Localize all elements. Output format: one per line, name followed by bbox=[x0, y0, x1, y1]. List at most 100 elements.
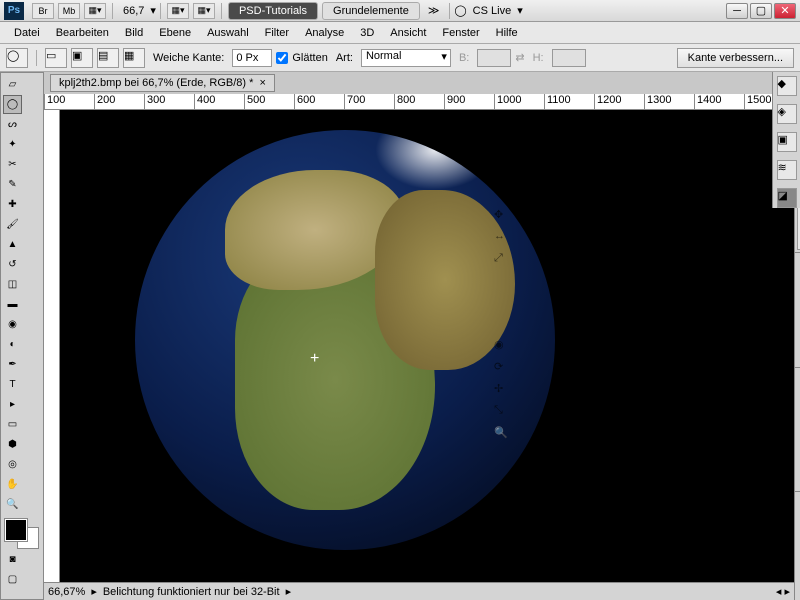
document-tab[interactable]: kplj2th2.bmp bei 66,7% (Erde, RGB/8) * × bbox=[50, 74, 275, 92]
status-belichtung: Belichtung funktioniert nur bei 32-Bit bbox=[103, 586, 280, 598]
refine-edge-button[interactable]: Kante verbessern... bbox=[677, 48, 794, 68]
style-select[interactable]: Normal bbox=[361, 49, 451, 67]
menu-ansicht[interactable]: Ansicht bbox=[382, 22, 434, 44]
cslive-icon: ◯ bbox=[454, 4, 466, 17]
cursor-crosshair-icon: + bbox=[310, 350, 319, 368]
stamp-tool[interactable]: ▲ bbox=[3, 235, 22, 254]
workspace-tab-grundelemente[interactable]: Grundelemente bbox=[322, 2, 420, 20]
move-tool[interactable]: ▱ bbox=[3, 75, 22, 94]
maximize-button[interactable]: ▢ bbox=[750, 3, 772, 19]
screen-mode-button[interactable]: ▦▾ bbox=[84, 3, 106, 19]
adjustments-panel-icon[interactable]: ▣ bbox=[777, 132, 797, 152]
shape-tool[interactable]: ▭ bbox=[3, 415, 22, 434]
menu-3d[interactable]: 3D bbox=[352, 22, 382, 44]
3d-walk-icon[interactable]: ⤡ bbox=[494, 404, 512, 422]
minibridge-button[interactable]: Mb bbox=[58, 3, 80, 19]
feather-input[interactable] bbox=[232, 49, 272, 67]
ruler-vertical[interactable] bbox=[44, 110, 60, 582]
lasso-tool[interactable]: ᔕ bbox=[3, 115, 22, 134]
zoom-tool[interactable]: 🔍 bbox=[3, 495, 22, 514]
3d-roll-view-icon[interactable]: ⟳ bbox=[494, 360, 512, 378]
layers-panel-icon[interactable]: ≋ bbox=[777, 160, 797, 180]
antialias-label: Glätten bbox=[292, 52, 327, 64]
chevron-expand-icon[interactable]: ≫ bbox=[422, 4, 446, 17]
status-zoom[interactable]: 66,67% bbox=[48, 586, 85, 598]
document-area: kplj2th2.bmp bei 66,7% (Erde, RGB/8) * ×… bbox=[44, 72, 794, 600]
marquee-tool[interactable]: ◯ bbox=[3, 95, 22, 114]
marquee-sub-button[interactable]: ▤ bbox=[97, 48, 119, 68]
dodge-tool[interactable]: ◐ bbox=[3, 335, 22, 354]
eyedropper-tool[interactable]: ✎ bbox=[3, 175, 22, 194]
close-button[interactable]: ✕ bbox=[774, 3, 796, 19]
menu-hilfe[interactable]: Hilfe bbox=[488, 22, 526, 44]
dock-strip: ◆ ◈ ▣ ≋ ◪ bbox=[772, 72, 800, 208]
swatches-panel-icon[interactable]: ◈ bbox=[777, 104, 797, 124]
swap-icon: ⇄ bbox=[515, 51, 524, 64]
width-input bbox=[477, 49, 511, 67]
marquee-intersect-button[interactable]: ▦ bbox=[123, 48, 145, 68]
menu-ebene[interactable]: Ebene bbox=[151, 22, 199, 44]
marquee-add-button[interactable]: ▣ bbox=[71, 48, 93, 68]
cslive-button[interactable]: CS Live bbox=[467, 5, 518, 17]
menubar: Datei Bearbeiten Bild Ebene Auswahl Filt… bbox=[0, 22, 800, 44]
color-swatch[interactable] bbox=[3, 519, 41, 549]
close-tab-icon[interactable]: × bbox=[259, 77, 265, 89]
hand-tool[interactable]: ✋ bbox=[3, 475, 22, 494]
zoom-level[interactable]: 66,7 bbox=[117, 5, 150, 17]
minimize-button[interactable]: ─ bbox=[726, 3, 748, 19]
width-label: B: bbox=[455, 52, 473, 64]
canvas[interactable]: + bbox=[60, 110, 794, 582]
app-icon: Ps bbox=[4, 2, 24, 20]
titlebar: Ps Br Mb ▦▾ 66,7▾ ▦▾ ▦▾ PSD-Tutorials Gr… bbox=[0, 0, 800, 22]
view-extras-button[interactable]: ▦▾ bbox=[167, 3, 189, 19]
3d-roll-icon[interactable]: ⟲ bbox=[494, 186, 512, 204]
healing-tool[interactable]: ✚ bbox=[3, 195, 22, 214]
crop-tool[interactable]: ✂ bbox=[3, 155, 22, 174]
antialias-checkbox[interactable] bbox=[276, 52, 288, 64]
menu-auswahl[interactable]: Auswahl bbox=[199, 22, 257, 44]
3d-orbit-icon[interactable]: ◉ bbox=[494, 338, 512, 356]
3d-camera-tool[interactable]: ◎ bbox=[3, 455, 22, 474]
pen-tool[interactable]: ✒ bbox=[3, 355, 22, 374]
menu-analyse[interactable]: Analyse bbox=[297, 22, 352, 44]
menu-fenster[interactable]: Fenster bbox=[434, 22, 487, 44]
brush-tool[interactable]: 🖌 bbox=[3, 215, 22, 234]
path-select-tool[interactable]: ▸ bbox=[3, 395, 22, 414]
3d-tool[interactable]: ⬢ bbox=[3, 435, 22, 454]
render-settings-panel: Rendereinstellungen: Benutzerdefiniert B… bbox=[795, 252, 800, 367]
ruler-horizontal[interactable]: 1002003004005006007008009001000110012001… bbox=[44, 94, 794, 110]
3d-pan-view-icon[interactable]: ✢ bbox=[494, 382, 512, 400]
menu-bild[interactable]: Bild bbox=[117, 22, 151, 44]
style-label: Art: bbox=[332, 52, 357, 64]
height-input bbox=[552, 49, 586, 67]
menu-bearbeiten[interactable]: Bearbeiten bbox=[48, 22, 117, 44]
height-label: H: bbox=[529, 52, 548, 64]
document-tab-title: kplj2th2.bmp bei 66,7% (Erde, RGB/8) * bbox=[59, 77, 253, 89]
menu-filter[interactable]: Filter bbox=[257, 22, 297, 44]
cross-section-panel: Querschnitt Ebene:▸ Schnittlinie: Versat… bbox=[795, 367, 800, 491]
wand-tool[interactable]: ✦ bbox=[3, 135, 22, 154]
3d-tools-strip: ↻ ⟲ ✥ ↔ ⤢ ◉ ⟳ ✢ ⤡ 🔍 bbox=[494, 164, 514, 444]
3d-zoom-icon[interactable]: 🔍 bbox=[494, 426, 512, 444]
quickmask-tool[interactable]: ◙ bbox=[3, 550, 22, 569]
marquee-rect-button[interactable]: ▭ bbox=[45, 48, 67, 68]
screenmode-tool[interactable]: ▢ bbox=[3, 570, 22, 589]
feather-label: Weiche Kante: bbox=[149, 52, 228, 64]
3d-pan-icon[interactable]: ✥ bbox=[494, 208, 512, 226]
gradient-tool[interactable]: ▬ bbox=[3, 295, 22, 314]
tool-preset-button[interactable]: ◯ bbox=[6, 48, 28, 68]
foreground-color[interactable] bbox=[5, 519, 27, 541]
color-panel-icon[interactable]: ◆ bbox=[777, 76, 797, 96]
channels-panel-icon[interactable]: ◪ bbox=[777, 188, 797, 208]
3d-rotate-icon[interactable]: ↻ bbox=[494, 164, 512, 182]
3d-scale-icon[interactable]: ⤢ bbox=[494, 252, 512, 270]
eraser-tool[interactable]: ◫ bbox=[3, 275, 22, 294]
arrange-docs-button[interactable]: ▦▾ bbox=[193, 3, 215, 19]
blur-tool[interactable]: ◉ bbox=[3, 315, 22, 334]
workspace-tab-tutorials[interactable]: PSD-Tutorials bbox=[228, 2, 318, 20]
history-brush-tool[interactable]: ↺ bbox=[3, 255, 22, 274]
3d-slide-icon[interactable]: ↔ bbox=[494, 230, 512, 248]
menu-datei[interactable]: Datei bbox=[6, 22, 48, 44]
type-tool[interactable]: T bbox=[3, 375, 22, 394]
bridge-button[interactable]: Br bbox=[32, 3, 54, 19]
